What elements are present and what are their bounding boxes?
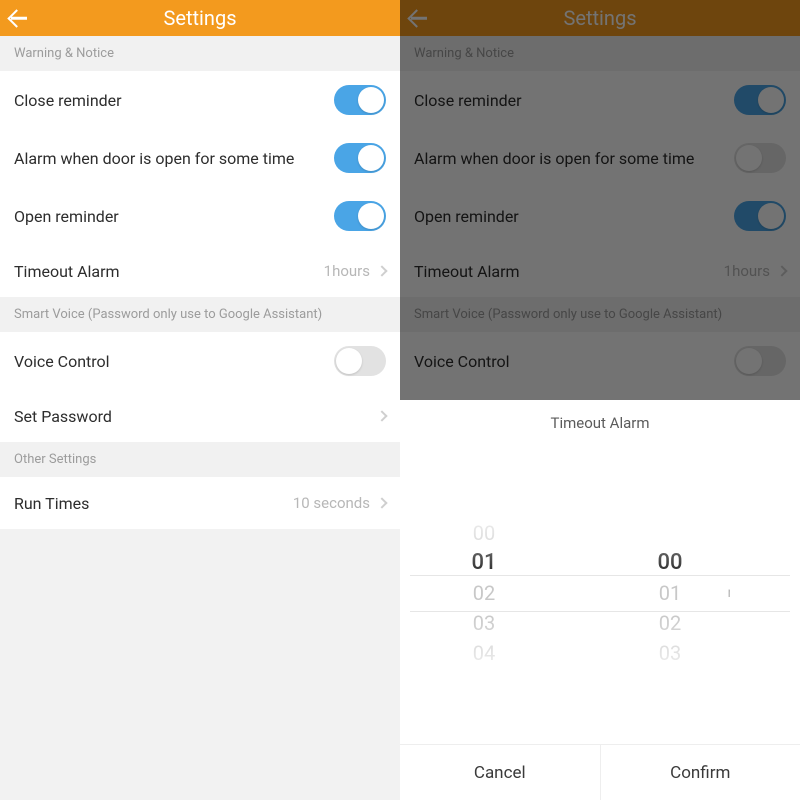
row-close-reminder[interactable]: Close reminder <box>0 71 400 129</box>
toggle-voice-control[interactable] <box>334 346 386 376</box>
chevron-right-icon <box>376 265 387 276</box>
appbar: Settings <box>0 0 400 36</box>
minutes-wheel[interactable]: -- 00 01 02 03 minutes <box>610 493 730 693</box>
row-set-password[interactable]: Set Password <box>0 390 400 442</box>
section-warning-header: Warning & Notice <box>0 36 400 71</box>
section-voice-header: Smart Voice (Password only use to Google… <box>0 297 400 332</box>
timeout-value: 1hours <box>324 262 370 280</box>
row-label: Run Times <box>14 494 89 513</box>
timeout-alarm-sheet: Timeout Alarm 00 01 02 03 04 hours -- 00… <box>400 400 800 800</box>
toggle-close-reminder[interactable] <box>334 85 386 115</box>
run-times-value: 10 seconds <box>293 494 370 512</box>
toggle-open-reminder[interactable] <box>334 201 386 231</box>
row-open-reminder[interactable]: Open reminder <box>0 187 400 245</box>
sheet-buttons: Cancel Confirm <box>400 744 800 800</box>
row-label: Open reminder <box>14 207 119 226</box>
section-warning: Close reminder Alarm when door is open f… <box>0 71 400 297</box>
chevron-right-icon <box>376 410 387 421</box>
time-picker: 00 01 02 03 04 hours -- 00 01 02 03 minu… <box>400 442 800 744</box>
page-title: Settings <box>163 6 236 30</box>
settings-screen-left: Settings Warning & Notice Close reminder… <box>0 0 400 800</box>
row-label: Timeout Alarm <box>14 262 120 281</box>
settings-screen-right: Settings Warning & Notice Close reminder… <box>400 0 800 800</box>
minutes-unit: minutes <box>728 585 730 601</box>
row-label: Voice Control <box>14 352 110 371</box>
toggle-alarm-open[interactable] <box>334 143 386 173</box>
section-other: Run Times 10 seconds <box>0 477 400 529</box>
row-label: Set Password <box>14 407 112 426</box>
hours-wheel[interactable]: 00 01 02 03 04 hours <box>424 493 544 693</box>
row-label: Close reminder <box>14 91 122 110</box>
row-label: Alarm when door is open for some time <box>14 149 294 168</box>
chevron-right-icon <box>376 497 387 508</box>
row-run-times[interactable]: Run Times 10 seconds <box>0 477 400 529</box>
row-timeout-alarm[interactable]: Timeout Alarm 1hours <box>0 245 400 297</box>
sheet-title: Timeout Alarm <box>400 400 800 442</box>
confirm-button[interactable]: Confirm <box>600 745 800 800</box>
row-alarm-open[interactable]: Alarm when door is open for some time <box>0 129 400 187</box>
section-voice: Voice Control Set Password <box>0 332 400 442</box>
section-other-header: Other Settings <box>0 442 400 477</box>
row-voice-control[interactable]: Voice Control <box>0 332 400 390</box>
cancel-button[interactable]: Cancel <box>400 745 600 800</box>
back-button[interactable] <box>10 9 32 27</box>
